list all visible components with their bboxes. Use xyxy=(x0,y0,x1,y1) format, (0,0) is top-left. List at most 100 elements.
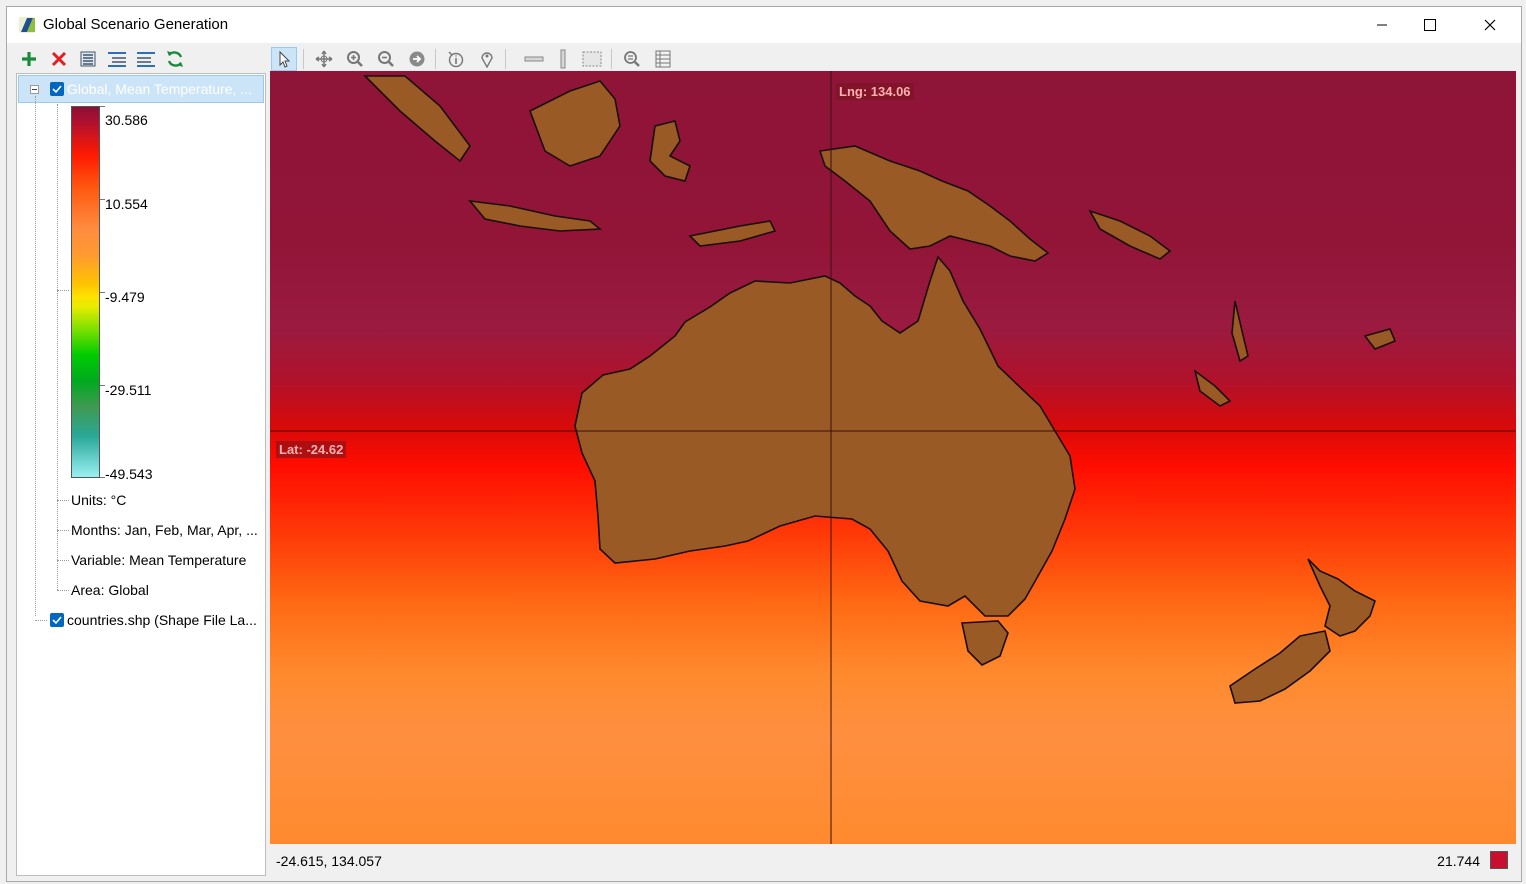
window-title: Global Scenario Generation xyxy=(43,16,229,33)
legend-label: -9.479 xyxy=(105,289,145,305)
identify-tool-button[interactable] xyxy=(443,47,469,71)
land-tasmania xyxy=(961,620,1009,666)
land-new-caledonia xyxy=(1193,369,1232,407)
layer-variable: Variable: Mean Temperature xyxy=(71,552,247,568)
measure-distance-button[interactable] xyxy=(521,47,547,71)
select-tool-button[interactable] xyxy=(271,47,297,71)
legend-tick xyxy=(100,106,105,107)
toolbar-separator xyxy=(435,49,436,69)
cursor-arrow-icon xyxy=(279,50,291,68)
collapse-all-button[interactable] xyxy=(134,47,158,71)
layer-properties-button[interactable] xyxy=(76,47,100,71)
land-sulawesi xyxy=(649,120,691,182)
tree-connector xyxy=(57,290,69,291)
attribute-table-button[interactable] xyxy=(650,47,676,71)
expand-all-button[interactable] xyxy=(105,47,129,71)
remove-layer-button[interactable] xyxy=(47,47,71,71)
map-pin-icon xyxy=(481,52,493,68)
land-nz-south xyxy=(1229,630,1331,704)
checkmark-icon xyxy=(52,85,62,94)
zoom-previous-button[interactable] xyxy=(404,47,430,71)
land-solomons xyxy=(1088,209,1172,260)
region-select-icon xyxy=(582,51,602,67)
marker-tool-button[interactable] xyxy=(474,47,500,71)
layer-checkbox-shapefile[interactable] xyxy=(50,613,64,627)
toolbar-separator xyxy=(303,49,304,69)
legend-label-min: -49.543 xyxy=(105,466,153,482)
measure-vertical-button[interactable] xyxy=(550,47,576,71)
zoom-out-button[interactable] xyxy=(373,47,399,71)
expand-all-icon xyxy=(108,52,126,67)
table-icon xyxy=(655,50,671,68)
map-toolbar xyxy=(269,45,1521,73)
toolbar-separator xyxy=(505,49,506,69)
zoom-in-button[interactable] xyxy=(342,47,368,71)
layer-label-shapefile[interactable]: countries.shp (Shape File La... xyxy=(67,612,257,628)
land-nz-north xyxy=(1307,558,1376,637)
collapse-all-icon xyxy=(137,52,155,67)
list-icon xyxy=(80,51,96,67)
maximize-button[interactable] xyxy=(1407,7,1453,43)
layer-checkbox-scenario[interactable] xyxy=(50,82,64,96)
land-sumatra xyxy=(363,75,471,163)
layer-months: Months: Jan, Feb, Mar, Apr, ... xyxy=(71,522,258,538)
land-borneo xyxy=(528,80,621,167)
plus-icon xyxy=(22,52,36,66)
layer-tree: Global, Mean Temperature, ... 30.586 10.… xyxy=(16,73,266,876)
map-canvas[interactable]: Lng: 134.06 Lat: -24.62 xyxy=(270,71,1516,844)
minimize-icon xyxy=(1377,24,1387,26)
info-icon xyxy=(448,51,464,68)
map-shapes xyxy=(270,71,1516,844)
app-logo-icon xyxy=(19,17,35,33)
maximize-icon xyxy=(1424,19,1436,31)
legend-label: 10.554 xyxy=(105,196,148,212)
land-fiji xyxy=(1363,328,1397,350)
tree-connector xyxy=(35,620,47,621)
pan-arrows-icon xyxy=(315,50,333,68)
refresh-button[interactable] xyxy=(163,47,187,71)
tree-connector xyxy=(57,530,69,531)
app-window: Global Scenario Generation Global, Mean … xyxy=(6,6,1522,882)
legend-label: -29.511 xyxy=(105,382,152,398)
cell-value: 21.744 xyxy=(1437,853,1480,869)
layer-label-scenario[interactable]: Global, Mean Temperature, ... xyxy=(67,81,252,97)
remove-x-icon xyxy=(51,51,67,67)
zoom-to-extent-button[interactable] xyxy=(619,47,645,71)
tree-connector xyxy=(57,560,69,561)
layer-toolbar xyxy=(17,45,267,73)
layer-area: Area: Global xyxy=(71,582,149,598)
color-legend-bar xyxy=(71,106,100,478)
toolbar-separator xyxy=(611,49,612,69)
tree-connector xyxy=(57,500,69,501)
tree-connector xyxy=(57,590,69,591)
collapse-toggle[interactable] xyxy=(30,85,39,94)
add-layer-button[interactable] xyxy=(17,47,41,71)
land-vanuatu xyxy=(1231,300,1249,363)
zoom-previous-icon xyxy=(409,51,425,67)
close-icon xyxy=(1484,19,1496,31)
select-region-button[interactable] xyxy=(579,47,605,71)
land-australia xyxy=(574,255,1076,617)
tree-connector xyxy=(57,104,58,590)
land-masses xyxy=(363,75,1397,704)
checkmark-icon xyxy=(52,616,62,625)
vertical-ruler-icon xyxy=(560,49,566,69)
land-timor xyxy=(688,220,777,247)
close-button[interactable] xyxy=(1467,7,1513,43)
refresh-icon xyxy=(167,51,183,67)
zoom-in-icon xyxy=(347,51,363,67)
land-new-guinea xyxy=(818,145,1050,262)
tree-connector xyxy=(35,96,36,616)
pan-tool-button[interactable] xyxy=(311,47,337,71)
zoom-out-icon xyxy=(378,51,394,67)
layer-units: Units: °C xyxy=(71,492,127,508)
longitude-label: Lng: 134.06 xyxy=(836,83,914,100)
status-bar: -24.615, 134.057 21.744 xyxy=(270,847,1516,877)
magnifier-list-icon xyxy=(624,51,640,67)
land-java xyxy=(468,199,603,232)
cursor-coordinates: -24.615, 134.057 xyxy=(276,853,382,869)
legend-label-max: 30.586 xyxy=(105,112,148,128)
minimize-button[interactable] xyxy=(1359,7,1405,43)
horizontal-ruler-icon xyxy=(524,56,544,62)
latitude-label: Lat: -24.62 xyxy=(276,441,347,458)
